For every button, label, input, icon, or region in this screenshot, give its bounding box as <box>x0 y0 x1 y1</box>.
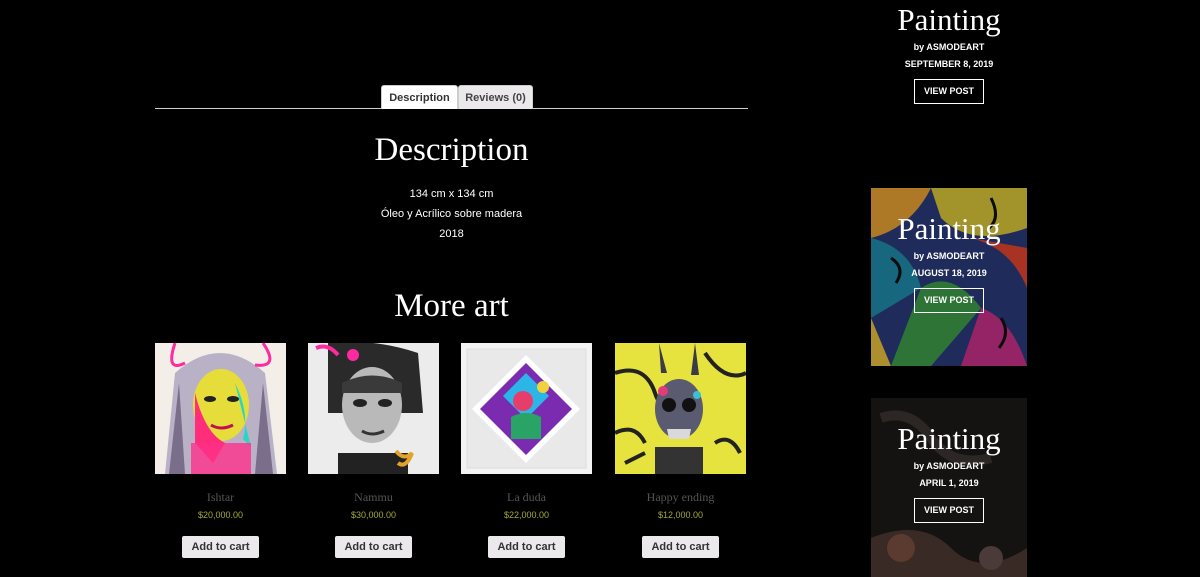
post-date: AUGUST 18, 2019 <box>911 268 987 278</box>
product-name[interactable]: La duda <box>461 490 592 504</box>
product-name[interactable]: Happy ending <box>615 490 746 504</box>
post-byline: by ASMODEART <box>913 42 985 52</box>
description-line: 134 cm x 134 cm <box>409 188 494 200</box>
description-text: 134 cm x 134 cm Óleo y Acrílico sobre ma… <box>155 184 748 244</box>
product-price: $30,000.00 <box>350 510 397 520</box>
product-price: $12,000.00 <box>657 510 704 520</box>
product-name[interactable]: Ishtar <box>155 490 286 504</box>
tab-reviews[interactable]: Reviews (0) <box>458 85 533 109</box>
view-post-button[interactable]: VIEW POST <box>913 288 984 313</box>
product-name[interactable]: Nammu <box>308 490 439 504</box>
product-image-ishtar[interactable] <box>155 343 286 474</box>
post-title[interactable]: Painting <box>871 211 1027 247</box>
post-title[interactable]: Painting <box>871 421 1027 457</box>
product-card: Nammu $30,000.00 Add to cart <box>308 343 439 558</box>
post-title[interactable]: Painting <box>871 2 1027 38</box>
post-date: SEPTEMBER 8, 2019 <box>904 59 994 69</box>
product-image-la-duda[interactable] <box>461 343 592 474</box>
post-byline: by ASMODEART <box>913 251 985 261</box>
product-card: Ishtar $20,000.00 Add to cart <box>155 343 286 558</box>
view-post-button[interactable]: VIEW POST <box>913 498 984 523</box>
add-to-cart-button[interactable]: Add to cart <box>182 536 259 558</box>
product-image-nammu[interactable] <box>308 343 439 474</box>
post-byline: by ASMODEART <box>913 461 985 471</box>
add-to-cart-button[interactable]: Add to cart <box>642 536 719 558</box>
product-price: $22,000.00 <box>503 510 550 520</box>
description-heading: Description <box>374 132 529 168</box>
sidebar-post: Painting by ASMODEART AUGUST 18, 2019 VI… <box>871 211 1027 313</box>
more-art-heading: More art <box>394 288 509 324</box>
description-line: Óleo y Acrílico sobre madera <box>380 208 523 220</box>
product-card: Happy ending $12,000.00 Add to cart <box>615 343 746 558</box>
tab-description[interactable]: Description <box>381 85 458 109</box>
product-image-happy-ending[interactable] <box>615 343 746 474</box>
add-to-cart-button[interactable]: Add to cart <box>488 536 565 558</box>
sidebar-post: Painting by ASMODEART APRIL 1, 2019 VIEW… <box>871 421 1027 523</box>
post-date: APRIL 1, 2019 <box>919 478 979 488</box>
add-to-cart-button[interactable]: Add to cart <box>335 536 412 558</box>
view-post-button[interactable]: VIEW POST <box>913 79 984 104</box>
description-line: 2018 <box>439 228 464 240</box>
product-card: La duda $22,000.00 Add to cart <box>461 343 592 558</box>
product-tabs: Description Reviews (0) <box>155 84 748 110</box>
product-price: $20,000.00 <box>197 510 244 520</box>
sidebar-post: Painting by ASMODEART SEPTEMBER 8, 2019 … <box>871 2 1027 104</box>
